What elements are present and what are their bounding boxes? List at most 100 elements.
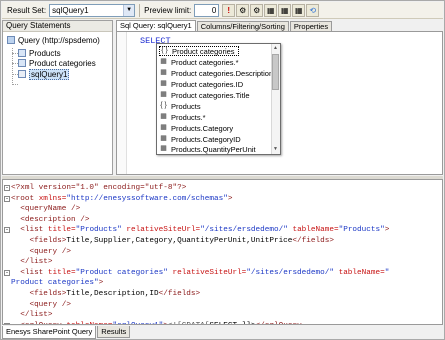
autocomplete-scrollbar[interactable]: ▲ ▼ [271,44,280,154]
code-token: relativeSiteUrl= [121,226,201,235]
tree-item-product-categories[interactable]: Product categories [18,58,96,68]
code-line: <fields>Title,Description,ID</fields> [11,289,200,299]
autocomplete-item[interactable]: ▦ Product categories.Title [159,90,250,100]
sql-query-icon [18,70,26,78]
xml-preview[interactable]: - <?xml version="1.0" encoding="utf-8"?> -… [2,179,443,325]
execute-button[interactable]: ! [222,3,236,17]
code-token: SELECT ]]> [209,322,255,324]
autocomplete-label: Product categories.* [171,57,239,67]
autocomplete-label: Products.CategoryID [171,134,241,144]
code-line: <query /> [11,247,71,257]
autocomplete-item[interactable]: ▦ Product categories.Description [159,68,273,78]
autocomplete-item[interactable]: ▦ Product categories.ID [159,79,243,89]
autocomplete-label: Product categories.Title [171,90,250,100]
collapse-icon[interactable]: - [4,269,10,276]
list-icon [18,49,26,57]
table-braces-icon: { } [161,47,168,54]
code-token: tableName= [287,226,339,235]
tree-item-query-root[interactable]: Query (http://spsdemo) [7,35,100,45]
code-line: </list> [11,310,52,320]
toolbar-separator [139,3,141,17]
code-token: <?xml version="1.0" encoding="utf-8"?> [11,184,187,192]
code-line: <fields>Title,Supplier,Category,Quantity… [11,236,334,246]
autocomplete-label: Products.QuantityPerUnit [171,144,256,154]
column-icon: ▦ [160,135,167,142]
code-token: title= [43,226,76,235]
autocomplete-item[interactable]: ▦ Products.CategoryID [159,134,241,144]
autocomplete-popup[interactable]: { } Product categories ▦ Product categor… [156,43,281,155]
code-token: > [384,226,390,235]
code-token: </list> [20,258,53,267]
autocomplete-item[interactable]: { } Product categories [159,46,239,56]
code-token: tableName= [62,322,112,324]
code-token: Title,Supplier,Category,QuantityPerUnit,… [66,237,293,245]
autocomplete-label: Products.Category [171,123,234,133]
autocomplete-label: Products [171,101,201,111]
code-token: <queryName /> [20,205,81,214]
tree-item-sqlquery1[interactable]: sqlQuery1 [18,68,70,80]
column-icon: ▦ [160,91,167,98]
code-token: </sqlQuery [256,322,302,324]
code-token: Title,Description,ID [66,290,159,298]
code-token: <fields> [29,237,67,245]
code-line: <list title="Product categories" relativ… [11,268,389,278]
editor-gutter [117,32,127,174]
code-token: " [384,268,390,277]
autocomplete-label: Products.* [171,112,206,122]
code-token: "http://enesyssoftware.com/schemas" [66,194,228,203]
collapse-icon[interactable]: - [4,185,10,191]
code-token: <![CDATA[ [168,322,210,324]
toolbar-button-3[interactable]: ⚙ [250,3,264,17]
code-token: <list [20,226,44,235]
autocomplete-item[interactable]: ▦ Products.QuantityPerUnit [159,144,256,154]
tab-results[interactable]: Results [97,326,131,338]
code-line: </list> [11,257,53,267]
result-set-combo[interactable]: sqlQuery1 ▼ [49,3,136,17]
tree-item-label: sqlQuery1 [29,68,70,80]
code-token: Product categories" [11,279,99,288]
autocomplete-item[interactable]: ▦ Products.Category [159,123,233,133]
column-icon: ▦ [160,113,167,120]
code-line: <description /> [11,215,89,225]
scroll-thumb[interactable] [272,54,279,90]
code-token: "Products" [75,226,122,235]
table-braces-icon: { } [160,102,167,109]
tab-columns-filtering-sorting[interactable]: Columns/Filtering/Sorting [196,21,289,31]
preview-limit-input[interactable]: 0 [194,3,220,17]
code-token: "sqlQuery1" [113,322,164,324]
tab-sql-query[interactable]: Sql Query: sqlQuery1 [116,20,196,31]
code-line: <?xml version="1.0" encoding="utf-8"?> [11,183,186,193]
collapse-icon[interactable]: - [4,195,10,202]
toolbar-button-2[interactable]: ⚙ [236,3,250,17]
tree-item-label: Products [29,48,61,58]
autocomplete-item[interactable]: { } Products [159,101,201,111]
toolbar-button-6[interactable]: ▦ [292,3,306,17]
autocomplete-item[interactable]: ▦ Product categories.* [159,57,239,67]
sql-editor[interactable]: SELECT { } Product categories ▦ Product … [116,31,443,175]
code-token: title= [43,268,76,277]
autocomplete-label: Product categories.ID [171,79,244,89]
pane-title: Query Statements [3,21,112,32]
toolbar-button-5[interactable]: ▦ [278,3,292,17]
scroll-up-icon[interactable]: ▲ [271,44,280,53]
bottom-tabs: Enesys SharePoint Query Results [2,326,131,339]
collapse-icon[interactable]: - [4,227,10,234]
code-token: <sqlQuery [20,322,62,324]
code-token: <description /> [20,215,90,224]
list-icon [18,59,26,67]
column-icon: ▦ [160,80,167,87]
autocomplete-item[interactable]: ▦ Products.* [159,112,206,122]
chevron-down-icon[interactable]: ▼ [123,4,135,16]
autocomplete-label: Product categories.Description [171,68,274,78]
code-line: <list title="Products" relativeSiteUrl="… [11,225,389,235]
refresh-button[interactable]: ⟲ [306,3,320,17]
tree-item-products[interactable]: Products [18,48,61,58]
code-token: tableName= [333,268,385,277]
code-token: "Product categories" [75,268,168,277]
toolbar-button-4[interactable]: ▦ [264,3,278,17]
collapse-icon[interactable]: - [4,322,10,324]
scroll-down-icon[interactable]: ▼ [271,145,280,154]
tab-properties[interactable]: Properties [289,21,333,31]
tab-enesys-sharepoint-query[interactable]: Enesys SharePoint Query [2,326,97,339]
code-line: <queryName /> [11,204,80,214]
